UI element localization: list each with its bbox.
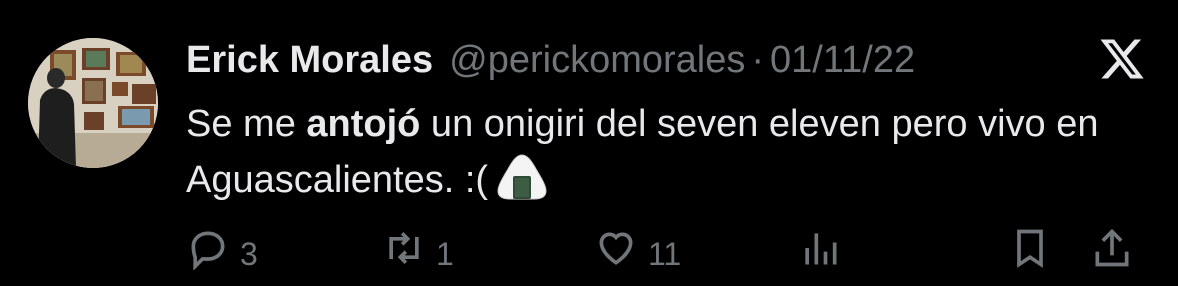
retweet-button[interactable]: 1 (382, 226, 454, 276)
tweet-text: Se me antojó un onigiri del seven eleven… (186, 96, 1146, 208)
like-icon (599, 232, 633, 265)
tweet-date[interactable]: 01/11/22 (770, 34, 915, 86)
share-icon (1095, 228, 1129, 267)
retweet-icon (389, 232, 419, 264)
x-logo-icon[interactable] (1098, 35, 1146, 83)
author-handle[interactable]: @perickomorales (449, 34, 745, 86)
bookmark-button[interactable] (1008, 226, 1052, 270)
tweet-header: Erick Morales @perickomorales · 01/11/22 (186, 34, 915, 86)
avatar[interactable] (28, 38, 158, 168)
views-button[interactable] (798, 226, 842, 270)
author-name[interactable]: Erick Morales (186, 34, 433, 86)
action-bar: 3 1 11 (186, 226, 1148, 286)
bookmark-icon (1017, 229, 1043, 268)
reply-icon (191, 231, 225, 270)
tweet-card: Erick Morales @perickomorales · 01/11/22… (0, 0, 1178, 272)
tweet-text-part1: Se me (186, 103, 307, 145)
like-count: 11 (648, 236, 682, 272)
separator-dot: · (751, 39, 765, 81)
share-button[interactable] (1090, 226, 1134, 270)
retweet-count: 1 (436, 236, 454, 272)
reply-count: 3 (240, 236, 258, 272)
views-icon (805, 233, 837, 265)
like-button[interactable]: 11 (594, 226, 681, 276)
avatar-image (28, 38, 158, 168)
tweet-text-bold: antojó (306, 103, 421, 145)
onigiri-emoji-icon (497, 154, 547, 200)
reply-button[interactable]: 3 (186, 226, 258, 276)
